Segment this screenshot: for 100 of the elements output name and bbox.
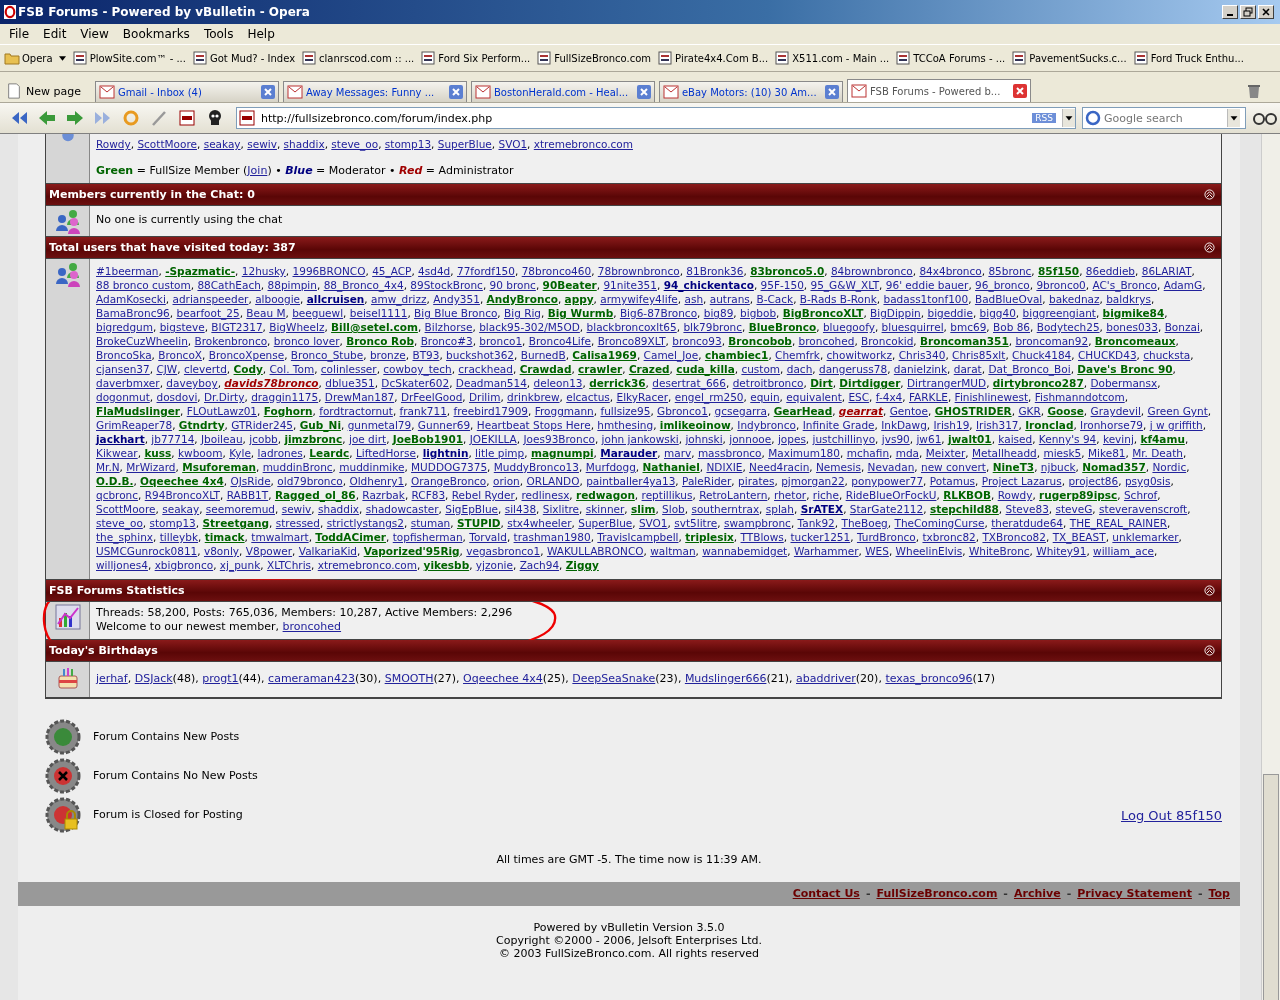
username-link[interactable]: stomp13 [149, 516, 196, 529]
username-link[interactable]: JoeBob1901 [392, 432, 463, 445]
username-link[interactable]: LiftedHorse [355, 446, 416, 459]
username-link[interactable]: crawler [578, 362, 623, 375]
footer-link[interactable]: Top [1208, 887, 1230, 901]
username-link[interactable]: dblue351 [325, 376, 375, 389]
username-link[interactable]: 77fordf150 [456, 264, 515, 277]
username-link[interactable]: SuperBlue [437, 138, 492, 150]
username-link[interactable]: Ziggy [565, 558, 599, 571]
username-link[interactable]: Cody [233, 362, 263, 375]
username-link[interactable]: Streetgang [202, 516, 270, 529]
username-link[interactable]: Irish317 [976, 418, 1019, 431]
username-link[interactable]: SigEpBlue [445, 502, 499, 515]
menu-item[interactable]: Bookmarks [115, 27, 197, 41]
minimize-button[interactable] [1222, 5, 1238, 19]
username-link[interactable]: clevertd [183, 362, 227, 375]
bookmark-link[interactable]: PavementSucks.c... [1011, 50, 1127, 66]
username-link[interactable]: 88pimpin [267, 278, 317, 291]
browser-tab[interactable]: BostonHerald.com - Heal... [470, 81, 655, 102]
username-link[interactable]: darat [953, 362, 982, 375]
username-link[interactable]: WAKULLABRONCO [546, 544, 644, 557]
username-link[interactable]: Rowdy [96, 138, 131, 150]
username-link[interactable]: ladrones [257, 446, 303, 459]
username-link[interactable]: jcobb [249, 432, 278, 445]
menu-item[interactable]: File [2, 27, 37, 41]
username-link[interactable]: Ironhorse79 [1080, 418, 1144, 431]
username-link[interactable]: Dat_Bronco_Boi [988, 362, 1071, 375]
username-link[interactable]: Deadman514 [455, 376, 527, 389]
username-link[interactable]: CJW [156, 362, 178, 375]
trash-icon[interactable] [1246, 83, 1262, 99]
username-link[interactable]: AC's_Bronco [1092, 278, 1157, 291]
username-link[interactable]: equin [750, 390, 780, 403]
username-link[interactable]: Bill@setel.com [331, 320, 418, 333]
username-link[interactable]: sewiv [247, 138, 277, 150]
username-link[interactable]: 90Beater [542, 278, 597, 291]
footer-link[interactable]: Privacy Statement [1077, 887, 1192, 901]
username-link[interactable]: Bonzai [1164, 320, 1200, 333]
username-link[interactable]: jackhart [96, 432, 145, 445]
username-link[interactable]: MuddyBronco13 [493, 460, 579, 473]
username-link[interactable]: Goose [1047, 404, 1084, 417]
browser-tab[interactable]: Gmail - Inbox (4) [94, 81, 279, 102]
username-link[interactable]: Slob [662, 502, 685, 515]
username-link[interactable]: BrokeCuzWheelin [96, 334, 188, 347]
username-link[interactable]: TXBronco82 [982, 530, 1046, 543]
username-link[interactable]: JOEKILLA [469, 432, 517, 445]
username-link[interactable]: Bob 86 [993, 320, 1030, 333]
username-link[interactable]: 88_Bronco_4x4 [323, 278, 404, 291]
username-link[interactable]: Froggmann [534, 404, 594, 417]
username-link[interactable]: RABB1T [226, 488, 269, 501]
username-link[interactable]: deleon13 [533, 376, 583, 389]
username-link[interactable]: xtremebronco.com [533, 138, 633, 150]
username-link[interactable]: Graydevil [1090, 404, 1141, 417]
username-link[interactable]: Dirt [810, 376, 833, 389]
bookmark-link[interactable]: PlowSite.com™ - ... [71, 50, 186, 66]
close-icon[interactable] [1012, 84, 1027, 98]
username-link[interactable]: MrWizard [126, 460, 176, 473]
username-link[interactable]: tmwalmart [251, 530, 309, 543]
username-link[interactable]: baldkrys [1106, 292, 1151, 305]
username-link[interactable]: stressed [275, 516, 320, 529]
close-button[interactable] [1258, 5, 1274, 19]
username-link[interactable]: bigsteve [159, 320, 205, 333]
username-link[interactable]: blackbroncoxlt65 [586, 320, 677, 333]
username-link[interactable]: FlaMudslinger [96, 404, 181, 417]
username-link[interactable]: crackhead [458, 362, 513, 375]
browser-tab[interactable]: FSB Forums - Powered b... [846, 79, 1031, 102]
username-link[interactable]: strictlystangs2 [326, 516, 404, 529]
username-link[interactable]: Broncoman351 [920, 334, 1009, 347]
username-link[interactable]: buckshot362 [446, 348, 514, 361]
username-link[interactable]: v8only [203, 544, 240, 557]
bookmark-link[interactable]: X511.com - Main ... [774, 50, 890, 66]
username-link[interactable]: new convert [921, 460, 986, 473]
join-link[interactable]: Join [247, 163, 268, 177]
bookmark-link[interactable]: TCCoA Forums - ... [895, 50, 1006, 66]
username-link[interactable]: freebird17909 [453, 404, 528, 417]
username-link[interactable]: Oqeechee 4x4 [463, 671, 543, 685]
username-link[interactable]: Marauder [600, 446, 658, 459]
username-link[interactable]: BroncoX [158, 348, 202, 361]
username-link[interactable]: BamaBronc96 [96, 306, 170, 319]
username-link[interactable]: engel_rm250 [674, 390, 744, 403]
collapse-icon[interactable] [1204, 584, 1215, 596]
username-link[interactable]: unklemarker [1112, 530, 1179, 543]
username-link[interactable]: waltman [650, 544, 696, 557]
scrollbar[interactable] [1261, 134, 1280, 1000]
username-link[interactable]: V8power [245, 544, 293, 557]
username-link[interactable]: Dr.Dirty [204, 390, 245, 403]
username-link[interactable]: stepchild88 [929, 502, 999, 515]
username-link[interactable]: Mr.N [96, 460, 120, 473]
username-link[interactable]: B-Rads B-Ronk [799, 292, 877, 305]
username-link[interactable]: Meixter [925, 446, 966, 459]
username-link[interactable]: jopes [777, 432, 806, 445]
username-link[interactable]: 78brownbronco [597, 264, 680, 277]
username-link[interactable]: Oqeechee 4x4 [140, 474, 224, 487]
username-link[interactable]: imlikeoinow [659, 418, 731, 431]
logout-link[interactable]: Log Out 85f150 [1121, 807, 1222, 823]
username-link[interactable]: AndyBronco [486, 292, 558, 305]
search-engine-icon[interactable] [1085, 110, 1101, 126]
username-link[interactable]: stx4wheeler [507, 516, 572, 529]
username-link[interactable]: STUPID [456, 516, 501, 529]
username-link[interactable]: Calisa1969 [572, 348, 637, 361]
username-link[interactable]: SVO1 [638, 516, 668, 529]
